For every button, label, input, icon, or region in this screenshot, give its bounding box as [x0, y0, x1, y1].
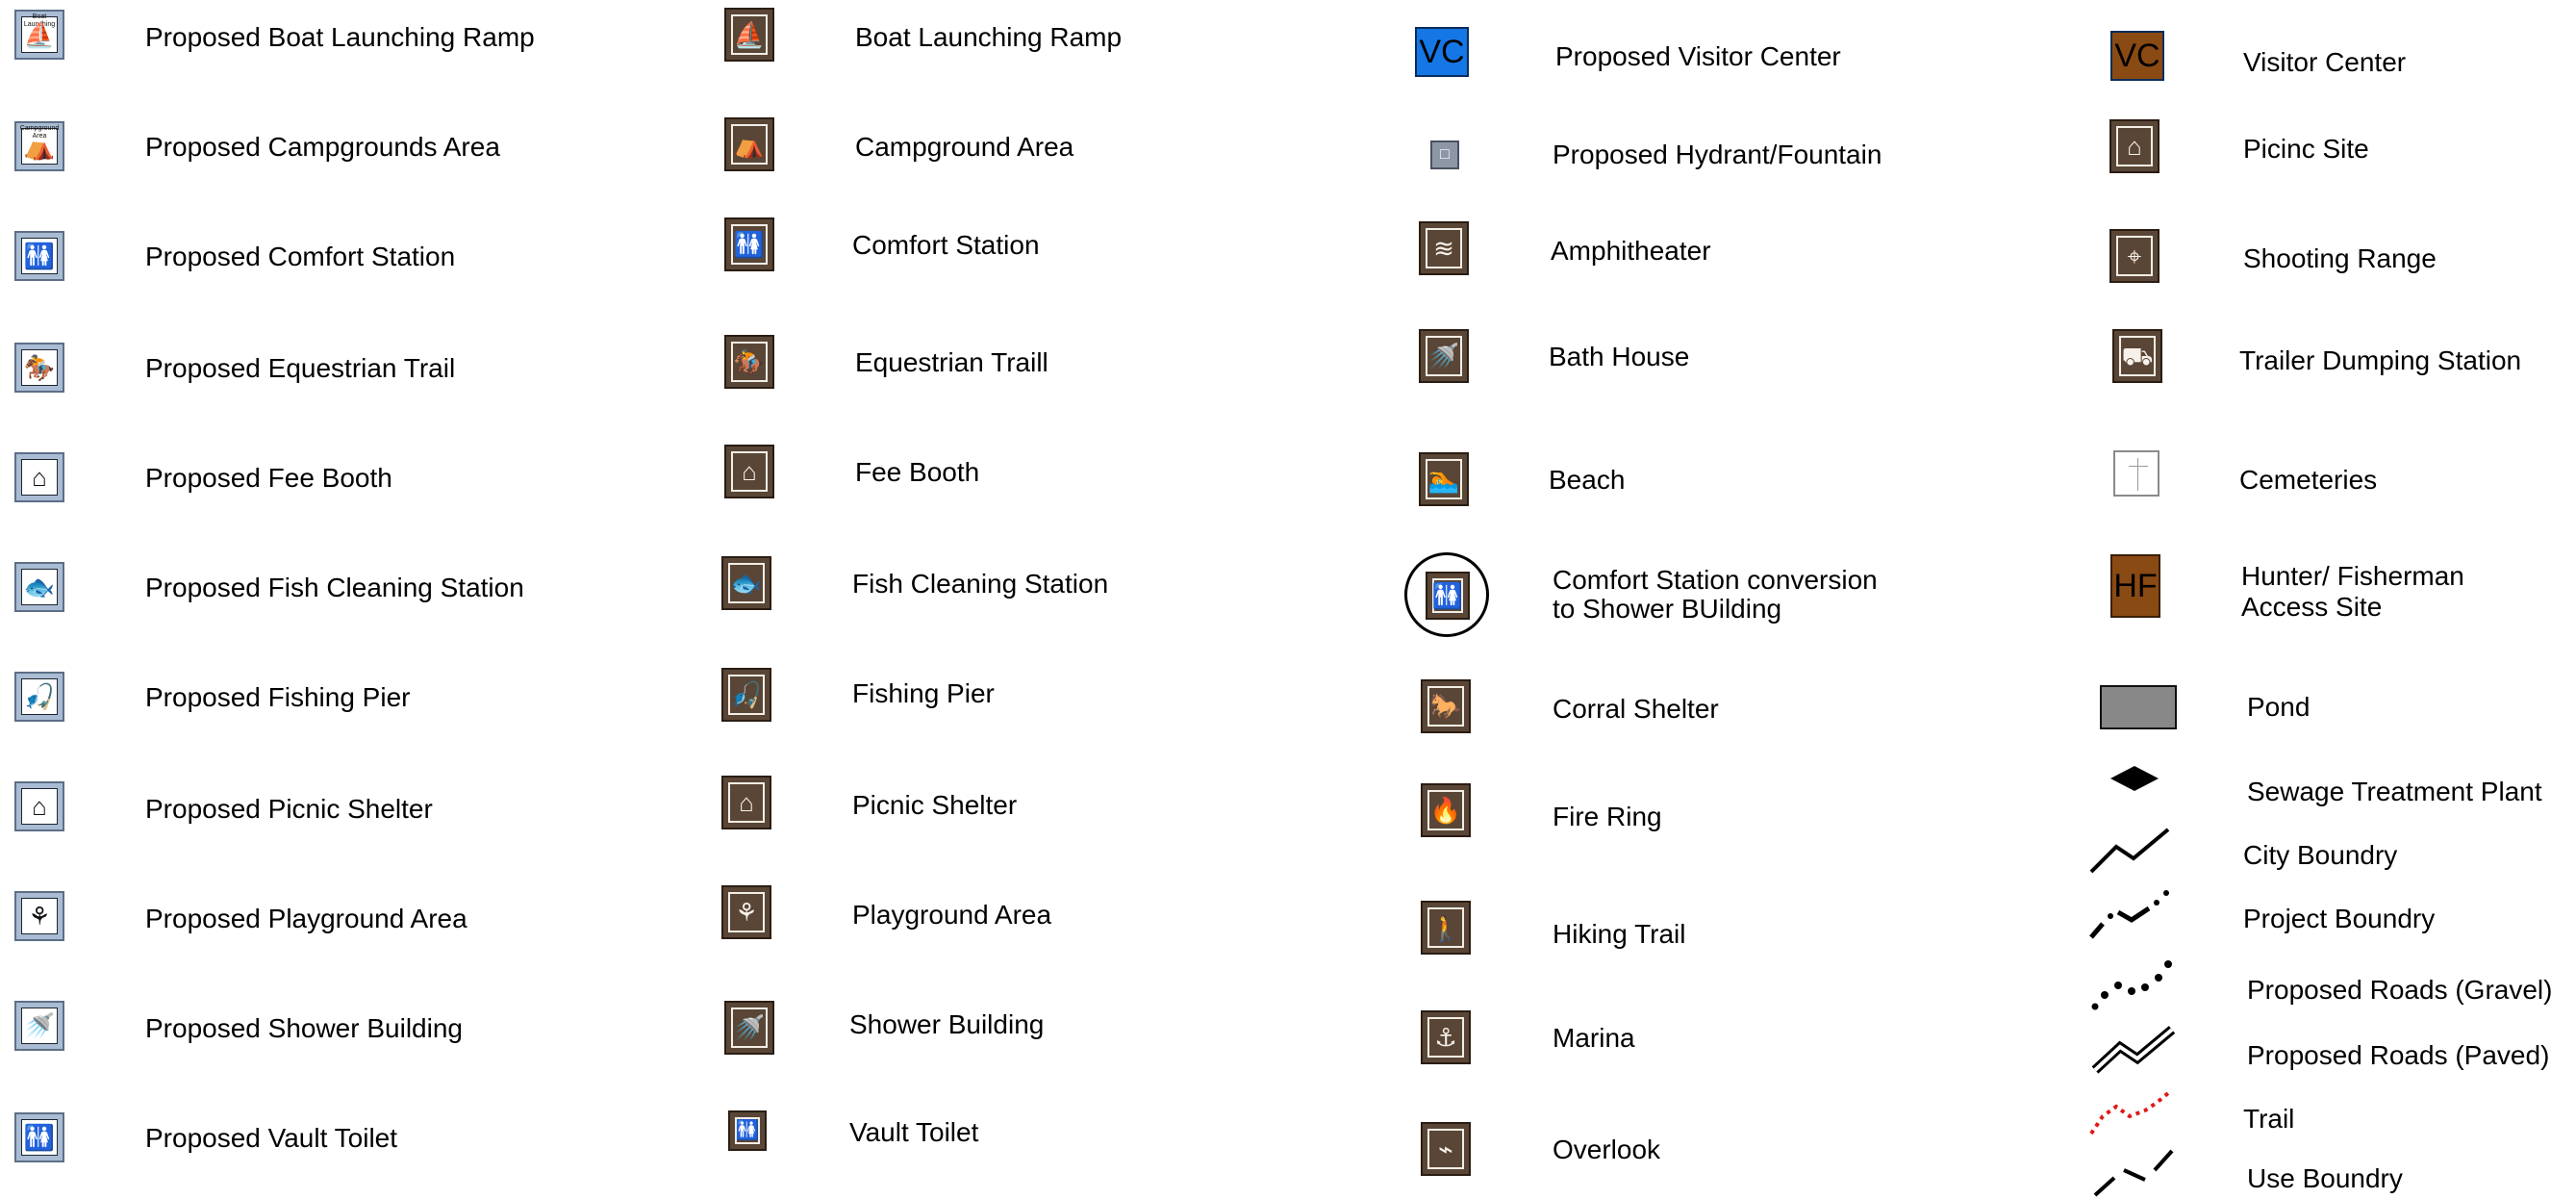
legend-label: Proposed Playground Area	[145, 904, 467, 933]
legend-label: Beach	[1549, 465, 1626, 495]
legend-label: Proposed Hydrant/Fountain	[1553, 140, 1882, 169]
legend-label: Pond	[2247, 692, 2311, 722]
picnic-table-icon: ⌂	[2109, 119, 2159, 173]
boat-launch-icon: ⛵	[724, 8, 774, 62]
tent-icon: ⛺	[724, 117, 774, 171]
legend-label: Proposed Vault Toilet	[145, 1123, 398, 1153]
fishing-icon: 🎣	[721, 668, 771, 722]
legend-label: Proposed Roads (Paved)	[2247, 1040, 2550, 1070]
legend-label: Shooting Range	[2243, 243, 2437, 273]
picnic-shelter-icon: ⌂	[14, 781, 64, 831]
cemetery-icon	[2113, 450, 2159, 497]
legend-label: City Boundry	[2243, 840, 2398, 870]
legend-label: Use Boundry	[2247, 1163, 2403, 1193]
restroom-icon: 🚻	[14, 231, 64, 281]
vault-toilet-icon: 🚻	[14, 1112, 64, 1162]
legend-label: Cemeteries	[2239, 465, 2378, 495]
visitor-center-icon: VC	[2110, 31, 2164, 81]
legend-label: Trail	[2243, 1104, 2295, 1134]
anchor-icon: ⚓	[1421, 1010, 1471, 1064]
legend-label: Campground Area	[855, 132, 1074, 162]
hydrant-icon: □	[1430, 140, 1459, 169]
use-boundary-line-icon	[2093, 1149, 2174, 1197]
legend-label: Project Boundry	[2243, 904, 2436, 933]
legend-label: Hunter/ Fisherman	[2241, 561, 2464, 591]
legend-label: Proposed Roads (Gravel)	[2247, 975, 2553, 1005]
legend-label: Comfort Station	[852, 230, 1040, 260]
picnic-shelter-icon: ⌂	[721, 776, 771, 829]
pond-icon	[2100, 685, 2177, 729]
vault-toilet-icon: 🚻	[728, 1110, 767, 1151]
horse-rider-icon: 🏇	[14, 343, 64, 393]
legend-label: Overlook	[1553, 1135, 1661, 1164]
playground-icon: ⚘	[14, 891, 64, 941]
legend-label: Visitor Center	[2243, 47, 2407, 77]
legend-label: Comfort Station conversion	[1553, 565, 1878, 595]
project-boundary-line-icon	[2089, 890, 2169, 939]
hunter-fisherman-icon: HF	[2110, 554, 2160, 618]
bath-house-icon: 🚿	[1419, 329, 1469, 383]
city-boundary-line-icon	[2089, 828, 2170, 874]
sewage-plant-icon	[2110, 766, 2159, 791]
legend-label: Marina	[1553, 1023, 1635, 1053]
legend-label: Amphitheater	[1551, 236, 1711, 266]
shower-icon: 🚿	[14, 1001, 64, 1051]
legend-label: Proposed Fish Cleaning Station	[145, 573, 524, 602]
corral-icon: 🐎	[1421, 679, 1471, 733]
legend-label: Boat Launching Ramp	[855, 22, 1123, 52]
legend-label: Bath House	[1549, 342, 1690, 371]
legend-label-line2: to Shower BUilding	[1553, 594, 1782, 624]
legend-label: Hiking Trail	[1553, 919, 1686, 949]
fishing-icon: 🎣	[14, 672, 64, 722]
legend-label: Proposed Fishing Pier	[145, 682, 411, 712]
boat-launch-icon: Boat Launching ⛵	[14, 10, 64, 60]
restroom-icon: 🚻	[1426, 572, 1470, 620]
paved-road-line-icon	[2091, 1026, 2176, 1074]
beach-icon: 🏊	[1419, 452, 1469, 506]
legend-label: Vault Toilet	[849, 1117, 979, 1147]
shooting-range-icon: ⌖	[2109, 229, 2159, 283]
overlook-icon: ⌁	[1421, 1122, 1471, 1176]
legend-label: Proposed Fee Booth	[145, 463, 392, 493]
legend-label: Playground Area	[852, 900, 1052, 930]
legend-label: Picnic Shelter	[852, 790, 1018, 820]
legend-label: Fishing Pier	[852, 678, 995, 708]
horse-rider-icon: 🏇	[724, 335, 774, 389]
hiker-icon: 🚶	[1421, 901, 1471, 955]
fish-icon: 🐟	[721, 556, 771, 610]
circled-restroom-icon: 🚻	[1404, 552, 1489, 637]
legend-label: Proposed Comfort Station	[145, 242, 456, 271]
legend-label: Proposed Equestrian Trail	[145, 353, 456, 383]
fee-booth-icon: ⌂	[14, 452, 64, 502]
trailer-dump-icon: ⛟	[2112, 329, 2162, 383]
fee-booth-icon: ⌂	[724, 445, 774, 498]
legend-label: Fish Cleaning Station	[852, 569, 1109, 599]
shower-icon: 🚿	[724, 1001, 774, 1055]
visitor-center-proposed-icon: VC	[1415, 27, 1469, 77]
legend-label: Corral Shelter	[1553, 694, 1719, 724]
restroom-icon: 🚻	[724, 217, 774, 271]
legend-label: Proposed Boat Launching Ramp	[145, 22, 535, 52]
legend-label: Shower Building	[849, 1009, 1045, 1039]
amphitheater-icon: ≋	[1419, 221, 1469, 275]
tent-icon: Campground Area ⛺	[14, 121, 64, 171]
gravel-road-line-icon	[2091, 960, 2172, 1010]
trail-line-icon	[2089, 1091, 2170, 1135]
legend-label: Proposed Picnic Shelter	[145, 794, 433, 824]
playground-icon: ⚘	[721, 885, 771, 939]
legend-label: Proposed Visitor Center	[1555, 41, 1841, 71]
legend-label: Proposed Campgrounds Area	[145, 132, 500, 162]
legend-label: Equestrian Traill	[855, 347, 1048, 377]
legend-label-line2: Access Site	[2241, 592, 2383, 622]
legend-label: Fee Booth	[855, 457, 980, 487]
legend-label: Proposed Shower Building	[145, 1013, 463, 1043]
fire-ring-icon: 🔥	[1421, 783, 1471, 837]
legend-label: Trailer Dumping Station	[2239, 345, 2522, 375]
legend-label: Fire Ring	[1553, 802, 1662, 831]
legend-label: Picinc Site	[2243, 134, 2369, 164]
legend-label: Sewage Treatment Plant	[2247, 777, 2542, 806]
fish-icon: 🐟	[14, 562, 64, 612]
